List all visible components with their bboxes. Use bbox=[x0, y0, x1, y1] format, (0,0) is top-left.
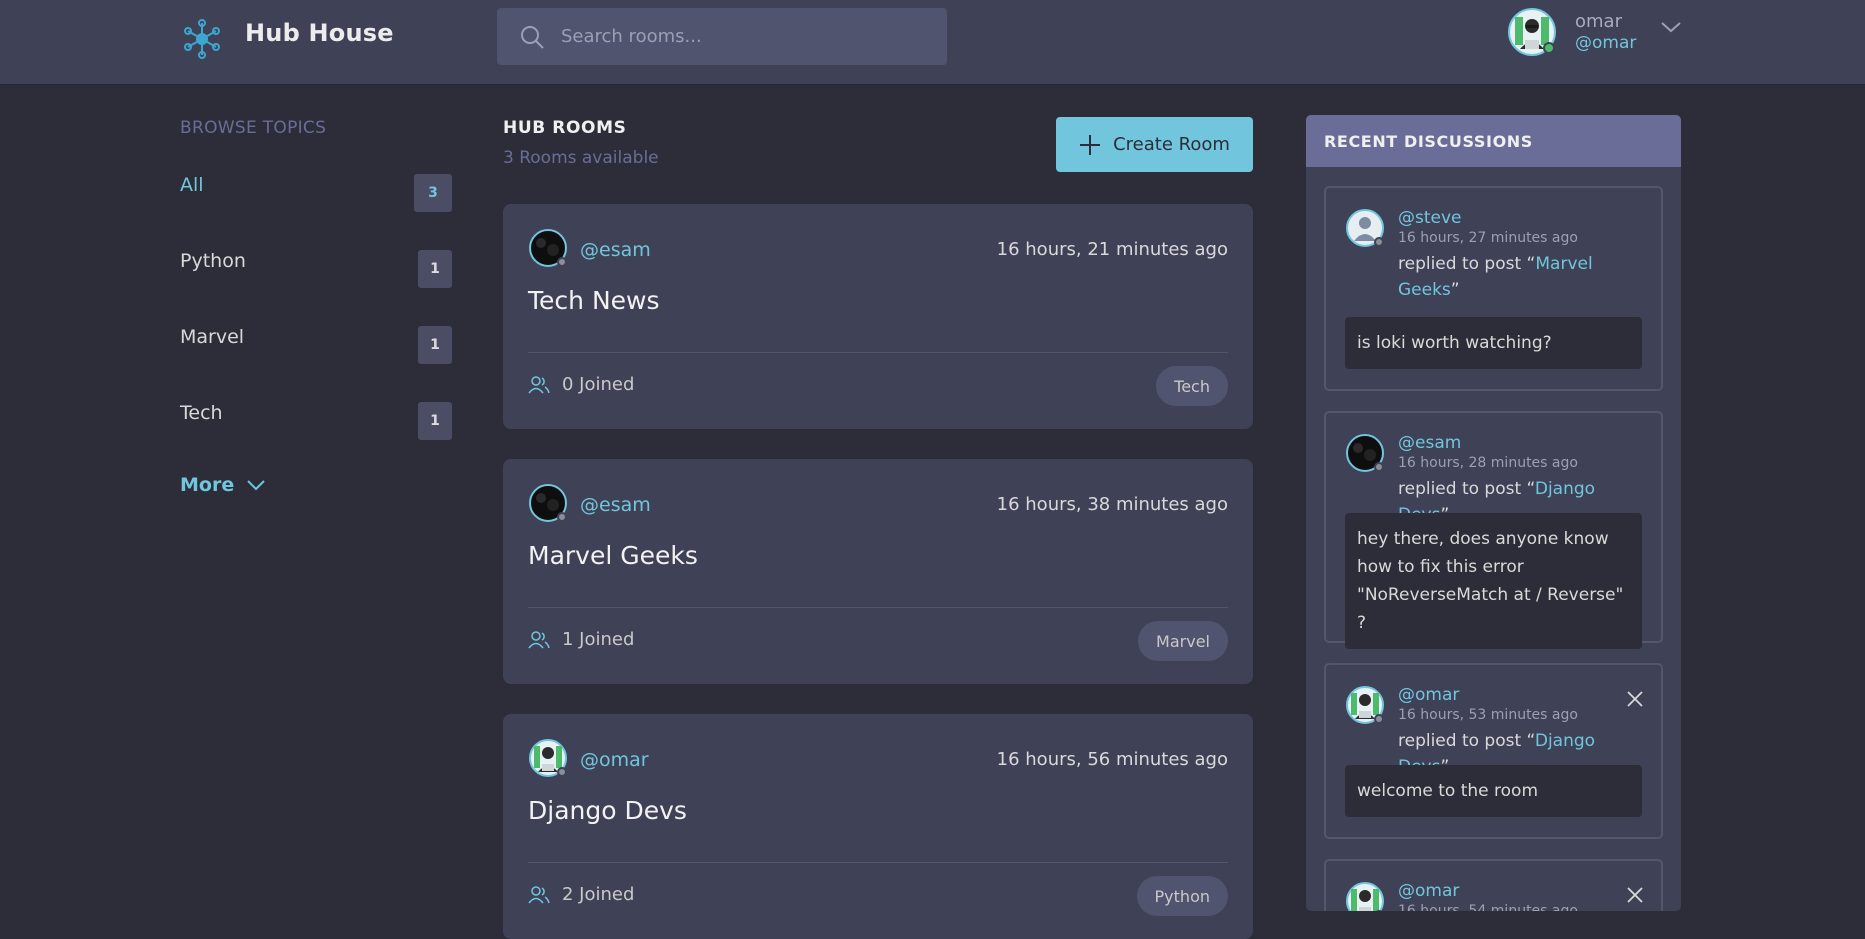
close-icon[interactable] bbox=[1627, 887, 1643, 903]
activity-item: @omar 16 hours, 53 minutes ago replied t… bbox=[1324, 663, 1663, 839]
brand-name[interactable]: Hub House bbox=[245, 19, 394, 47]
room-participants: 2 Joined bbox=[528, 884, 634, 905]
card-divider bbox=[528, 607, 1228, 608]
room-title[interactable]: Django Devs bbox=[528, 796, 687, 825]
room-card[interactable]: @omar 16 hours, 56 minutes ago Django De… bbox=[503, 714, 1253, 939]
topic-count-badge: 1 bbox=[418, 402, 452, 440]
search-bar[interactable] bbox=[497, 8, 947, 65]
recent-discussions-heading: RECENT DISCUSSIONS bbox=[1306, 115, 1681, 167]
room-topic-tag[interactable]: Tech bbox=[1156, 366, 1228, 406]
activity-user[interactable]: @steve bbox=[1398, 208, 1462, 228]
activity-message: welcome to the room bbox=[1345, 765, 1642, 817]
card-divider bbox=[528, 352, 1228, 353]
activity-item: @esam 16 hours, 28 minutes ago replied t… bbox=[1324, 411, 1663, 649]
topic-item-python[interactable]: Python 1 bbox=[180, 246, 452, 288]
users-icon bbox=[528, 375, 550, 393]
joined-count: 1 Joined bbox=[562, 629, 635, 650]
topic-label: Python bbox=[180, 250, 246, 272]
room-time: 16 hours, 56 minutes ago bbox=[996, 749, 1228, 770]
recent-discussions-panel: RECENT DISCUSSIONS @steve 16 hours, 27 m… bbox=[1306, 115, 1681, 911]
room-host[interactable]: @esam bbox=[580, 239, 651, 261]
create-room-button[interactable]: Create Room bbox=[1056, 117, 1253, 172]
activity-time: 16 hours, 54 minutes ago bbox=[1398, 903, 1578, 911]
plus-icon bbox=[1080, 134, 1101, 155]
topic-item-tech[interactable]: Tech 1 bbox=[180, 398, 452, 440]
activity-item: @steve 16 hours, 27 minutes ago replied … bbox=[1324, 186, 1663, 391]
user-placeholder-icon[interactable] bbox=[1345, 208, 1385, 248]
close-icon[interactable] bbox=[1627, 691, 1643, 707]
more-label: More bbox=[180, 474, 235, 496]
users-icon bbox=[528, 885, 550, 903]
topic-count-badge: 3 bbox=[414, 174, 452, 212]
room-host[interactable]: @omar bbox=[580, 749, 649, 771]
action-text: replied to post bbox=[1398, 479, 1522, 499]
topic-label: Marvel bbox=[180, 326, 245, 348]
search-input[interactable] bbox=[559, 25, 923, 48]
user-avatar[interactable] bbox=[1345, 685, 1385, 725]
joined-count: 0 Joined bbox=[562, 374, 635, 395]
activity-message: is loki worth watching? bbox=[1345, 317, 1642, 369]
rooms-heading: HUB ROOMS bbox=[503, 118, 627, 138]
hub-logo-icon[interactable] bbox=[181, 18, 223, 60]
topic-item-all[interactable]: All 3 bbox=[180, 170, 452, 212]
users-icon bbox=[528, 630, 550, 648]
host-avatar[interactable] bbox=[528, 228, 568, 268]
activity-item: @omar 16 hours, 54 minutes ago bbox=[1324, 859, 1663, 911]
create-room-label: Create Room bbox=[1113, 134, 1230, 155]
card-divider bbox=[528, 862, 1228, 863]
activity-time: 16 hours, 28 minutes ago bbox=[1398, 455, 1578, 471]
action-text: replied to post bbox=[1398, 254, 1522, 274]
activity-time: 16 hours, 53 minutes ago bbox=[1398, 707, 1578, 723]
chevron-down-icon bbox=[247, 480, 265, 491]
user-handle[interactable]: @omar bbox=[1575, 33, 1636, 53]
user-avatar[interactable] bbox=[1345, 881, 1385, 911]
topic-item-marvel[interactable]: Marvel 1 bbox=[180, 322, 452, 364]
activity-action: replied to post “Marvel Geeks” bbox=[1398, 254, 1593, 300]
topic-label: Tech bbox=[180, 402, 223, 424]
search-icon bbox=[521, 25, 544, 49]
host-avatar[interactable] bbox=[528, 483, 568, 523]
topic-label: All bbox=[180, 174, 204, 196]
room-title[interactable]: Marvel Geeks bbox=[528, 541, 698, 570]
rooms-count: 3 Rooms available bbox=[503, 148, 659, 168]
top-navbar: Hub House omar @omar bbox=[0, 0, 1865, 85]
topic-count-badge: 1 bbox=[418, 250, 452, 288]
activity-user[interactable]: @esam bbox=[1398, 433, 1461, 453]
user-avatar[interactable] bbox=[1345, 433, 1385, 473]
joined-count: 2 Joined bbox=[562, 884, 635, 905]
activity-time: 16 hours, 27 minutes ago bbox=[1398, 230, 1578, 246]
chevron-down-icon[interactable] bbox=[1660, 20, 1682, 34]
browse-topics-heading: BROWSE TOPICS bbox=[180, 118, 327, 138]
activity-user[interactable]: @omar bbox=[1398, 881, 1459, 901]
room-title[interactable]: Tech News bbox=[528, 286, 660, 315]
action-text: replied to post bbox=[1398, 731, 1522, 751]
room-topic-tag[interactable]: Marvel bbox=[1138, 621, 1228, 661]
room-participants: 1 Joined bbox=[528, 629, 634, 650]
room-participants: 0 Joined bbox=[528, 374, 634, 395]
activity-message: hey there, does anyone know how to fix t… bbox=[1345, 513, 1642, 649]
user-name: omar bbox=[1575, 11, 1622, 32]
room-topic-tag[interactable]: Python bbox=[1136, 876, 1228, 916]
user-avatar[interactable] bbox=[1507, 7, 1557, 57]
more-topics-link[interactable]: More bbox=[180, 474, 266, 496]
room-card[interactable]: @esam 16 hours, 21 minutes ago Tech News… bbox=[503, 204, 1253, 429]
room-time: 16 hours, 38 minutes ago bbox=[996, 494, 1228, 515]
topic-count-badge: 1 bbox=[418, 326, 452, 364]
room-host[interactable]: @esam bbox=[580, 494, 651, 516]
room-card[interactable]: @esam 16 hours, 38 minutes ago Marvel Ge… bbox=[503, 459, 1253, 684]
room-time: 16 hours, 21 minutes ago bbox=[996, 239, 1228, 260]
host-avatar[interactable] bbox=[528, 738, 568, 778]
activity-user[interactable]: @omar bbox=[1398, 685, 1459, 705]
